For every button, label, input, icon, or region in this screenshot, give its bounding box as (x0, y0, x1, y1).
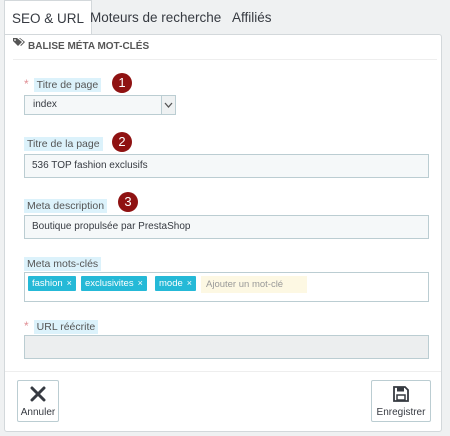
step-badge-1: 1 (112, 73, 132, 93)
page-title-select[interactable]: index (24, 95, 176, 115)
keyword-tag[interactable]: fashion × (28, 276, 76, 291)
tab-seo-url[interactable]: SEO & URL (4, 0, 93, 35)
keyword-tag[interactable]: mode × (155, 276, 197, 291)
chevron-down-icon[interactable] (161, 96, 175, 114)
page-title-label: * Titre de page (24, 77, 102, 92)
panel-title: BALISE MÉTA MOT-CLÉS (28, 41, 150, 52)
title-input[interactable]: 536 TOP fashion exclusifs (24, 154, 429, 178)
save-icon (372, 385, 430, 407)
select-value: index (33, 99, 57, 110)
save-button[interactable]: Enregistrer (371, 380, 431, 422)
remove-tag-icon[interactable]: × (67, 278, 72, 288)
cancel-label: Annuler (20, 407, 56, 418)
required-mark: * (24, 77, 29, 91)
tab-bar: SEO & URL Moteurs de recherche Affiliés (0, 0, 450, 35)
description-input[interactable]: Boutique propulsée par PrestaShop (24, 215, 429, 239)
panel-heading: BALISE MÉTA MOT-CLÉS (13, 35, 437, 60)
url-label: * URL réécrite (24, 319, 99, 334)
title-label: Titre de la page (24, 137, 103, 152)
keyword-tag[interactable]: exclusivites × (81, 276, 147, 291)
step-badge-2: 2 (112, 132, 132, 152)
keywords-tag-input[interactable]: fashion × exclusivites × mode × Ajouter un … (24, 272, 429, 302)
seo-panel: BALISE MÉTA MOT-CLÉS * Titre de page 1 in… (4, 34, 442, 432)
description-label: Meta description (24, 199, 108, 214)
step-badge-3: 3 (118, 192, 138, 212)
close-icon (18, 385, 58, 407)
tags-icon (13, 33, 25, 57)
panel-footer-divider (5, 371, 441, 372)
save-label: Enregistrer (376, 407, 426, 418)
keywords-label: Meta mots-clés (24, 257, 102, 272)
add-keyword-input[interactable]: Ajouter un mot-clé (201, 276, 307, 293)
rewritten-url-input[interactable] (24, 335, 429, 359)
cancel-button[interactable]: Annuler (17, 380, 59, 422)
required-mark: * (24, 319, 29, 333)
tab-affiliates[interactable]: Affiliés (225, 0, 279, 33)
tab-search-engines[interactable]: Moteurs de recherche (83, 0, 228, 33)
remove-tag-icon[interactable]: × (187, 278, 192, 288)
remove-tag-icon[interactable]: × (138, 278, 143, 288)
